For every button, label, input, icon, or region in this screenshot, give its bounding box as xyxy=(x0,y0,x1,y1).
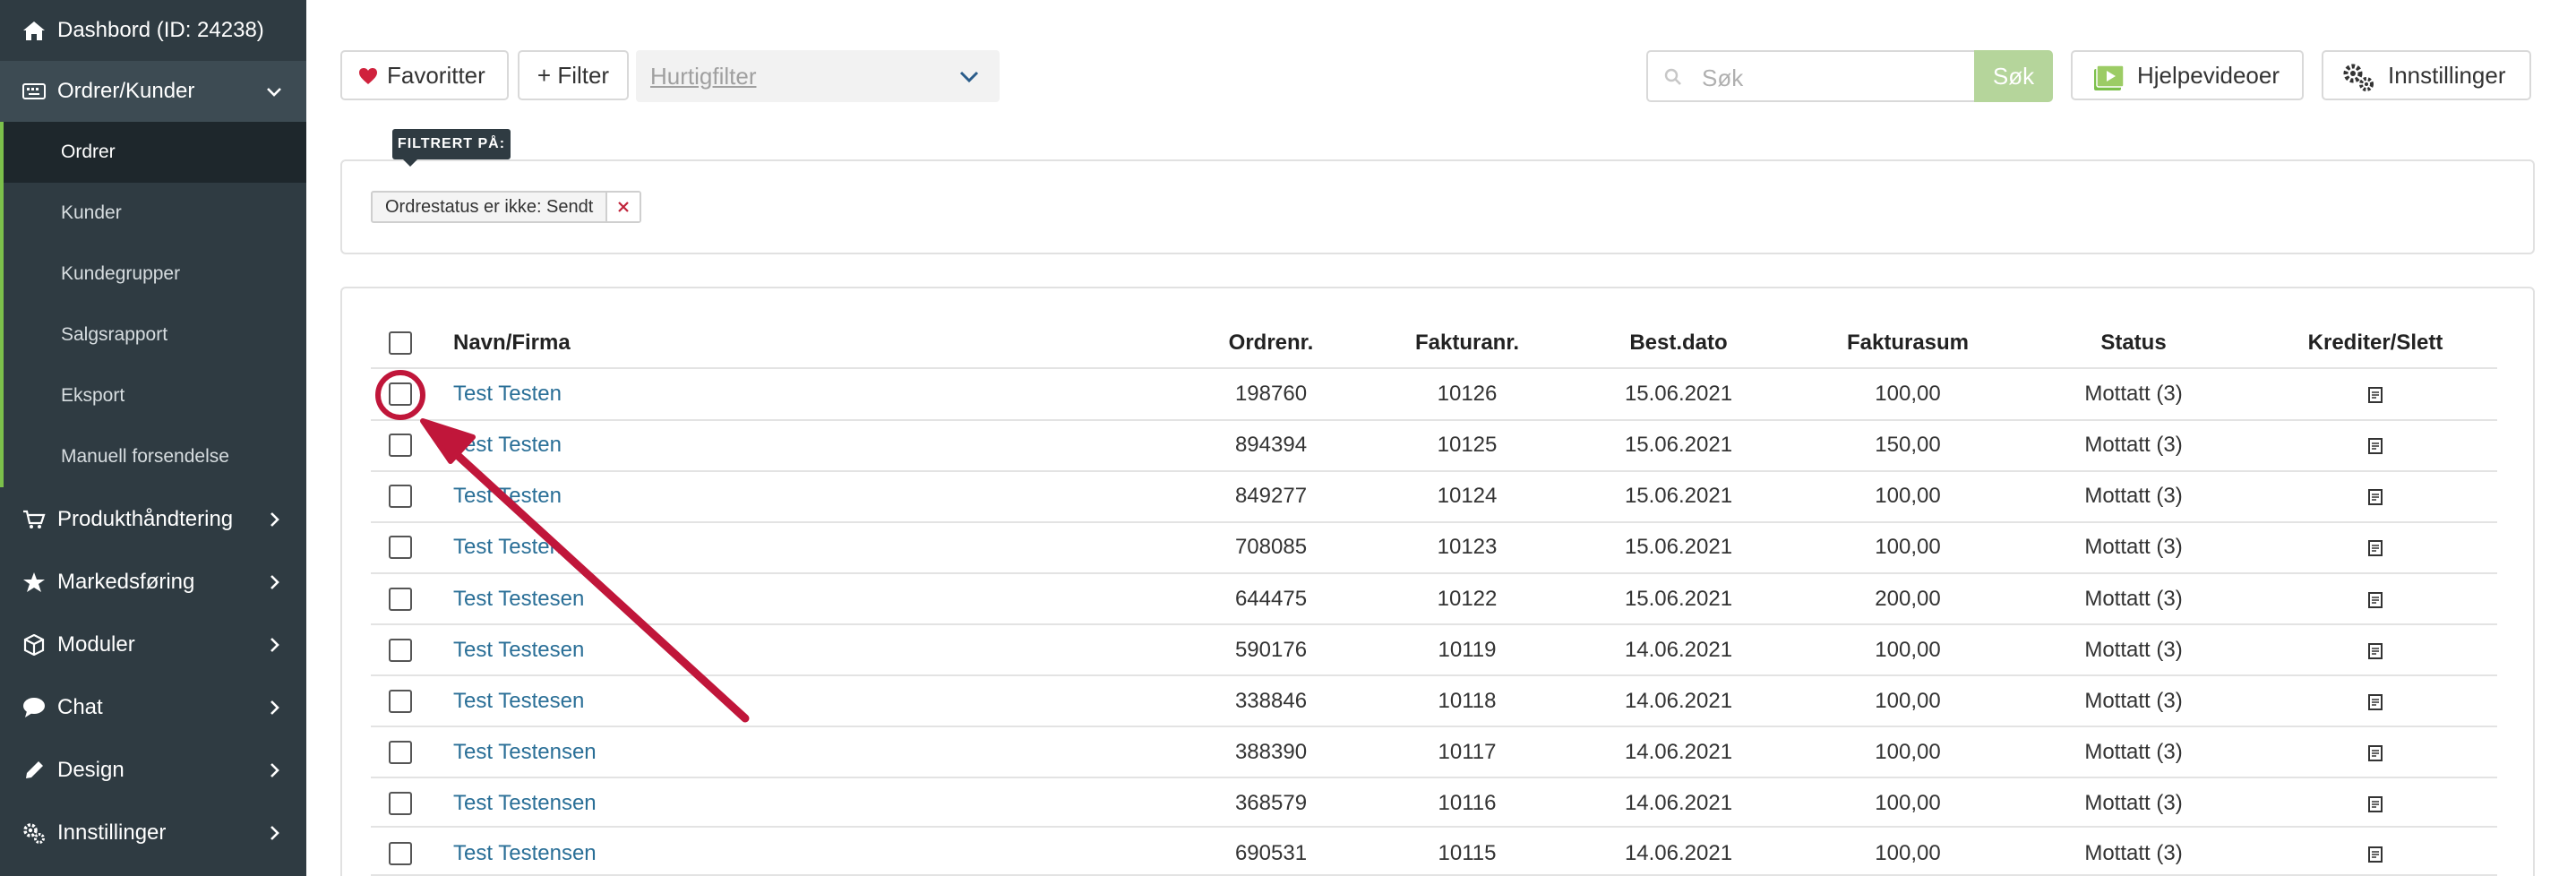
annotation-arrow-head xyxy=(420,418,476,464)
annotation-arrow xyxy=(375,370,750,723)
annotation-circle xyxy=(375,370,425,420)
annotation-arrow-shaft xyxy=(448,446,750,723)
